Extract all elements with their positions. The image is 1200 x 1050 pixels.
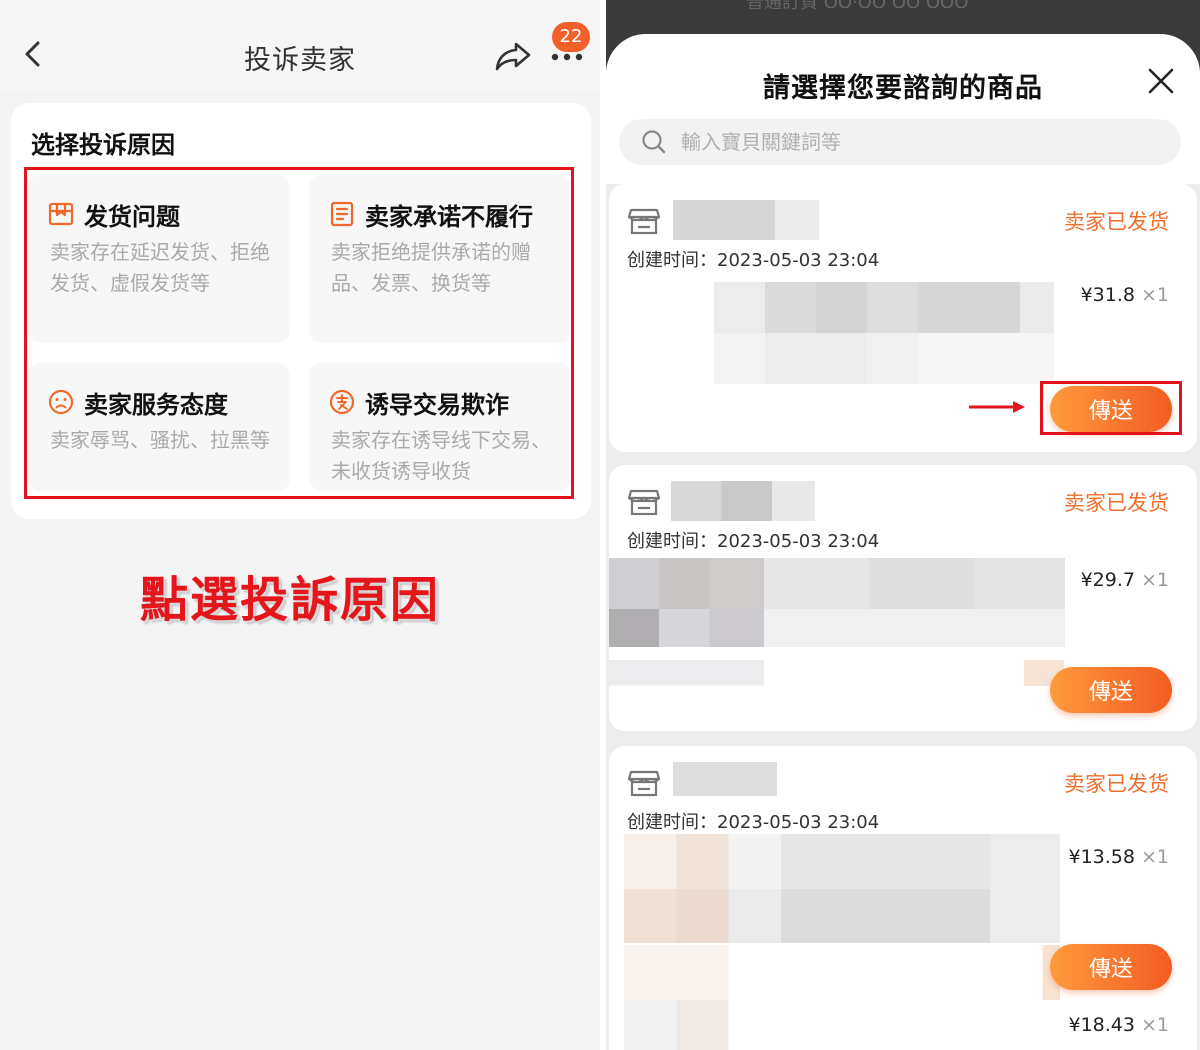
annotation-instruction: 點選投訴原因 (139, 572, 440, 628)
more-menu-icon[interactable] (550, 50, 584, 64)
store-icon (627, 489, 661, 516)
order-status: 卖家已发货 (1064, 491, 1169, 515)
order-card: 卖家已发货 创建时间：2023-05-03 23:04 ¥31.8 ×1 傳送 (609, 184, 1197, 452)
annotation-highlight-box (1040, 381, 1182, 435)
search-input[interactable] (681, 125, 1161, 159)
section-heading: 选择投诉原因 (31, 131, 175, 159)
top-nav-bar: 投诉卖家 22 (0, 0, 600, 92)
blurred-product-image (624, 834, 1060, 1050)
annotation-highlight-box (24, 167, 574, 499)
bottom-sheet: 請選擇您要諮詢的商品 卖家已发货 创建时间：2023-05 (606, 34, 1200, 1050)
search-bar[interactable] (619, 119, 1181, 165)
product-select-screen: 普通訂貨 OO·OO OO OOO 請選擇您要諮詢的商品 輸入寶貝關鍵詞等 卖家… (606, 0, 1200, 1050)
send-button[interactable]: 傳送 (1050, 667, 1172, 713)
order-created-time: 创建时间：2023-05-03 23:04 (627, 531, 880, 552)
blurred-shop-name (673, 762, 777, 796)
share-icon[interactable] (494, 40, 532, 72)
complaint-screen: 投诉卖家 22 选择投诉原因 发货问题 卖家存在延迟发货、拒绝发货、虚假发货等 (0, 0, 600, 1050)
sheet-title: 請選擇您要諮詢的商品 (763, 73, 1043, 104)
item-price: ¥18.43 ×1 (1068, 1014, 1170, 1036)
notification-badge[interactable]: 22 (552, 22, 590, 52)
send-button[interactable]: 傳送 (1050, 944, 1172, 990)
order-status: 卖家已发货 (1064, 772, 1169, 796)
order-card: 卖家已发货 创建时间：2023-05-03 23:04 ¥29.7 ×1 傳送 (609, 465, 1197, 731)
item-price: ¥29.7 ×1 (1080, 569, 1169, 591)
item-price: ¥13.58 ×1 (1068, 846, 1170, 868)
order-created-time: 创建时间：2023-05-03 23:04 (627, 812, 880, 833)
store-icon (627, 770, 661, 797)
order-card: 卖家已发货 创建时间：2023-05-03 23:04 ¥13.58 ×1 傳送 … (609, 746, 1197, 1050)
blurred-shop-name (673, 200, 819, 240)
close-icon[interactable] (1146, 66, 1176, 96)
blurred-product-image (609, 558, 1065, 686)
item-price: ¥31.8 ×1 (1080, 284, 1169, 306)
blurred-shop-name (671, 481, 815, 521)
annotation-arrow-icon (969, 401, 1025, 413)
order-created-time: 创建时间：2023-05-03 23:04 (627, 250, 880, 271)
store-icon (627, 208, 661, 235)
sheet-header: 請選擇您要諮詢的商品 (606, 34, 1200, 184)
search-icon (642, 130, 666, 154)
blurred-product-image (714, 282, 1054, 384)
background-order-text: 普通訂貨 OO·OO OO OOO (746, 0, 969, 13)
order-status: 卖家已发货 (1064, 210, 1169, 234)
